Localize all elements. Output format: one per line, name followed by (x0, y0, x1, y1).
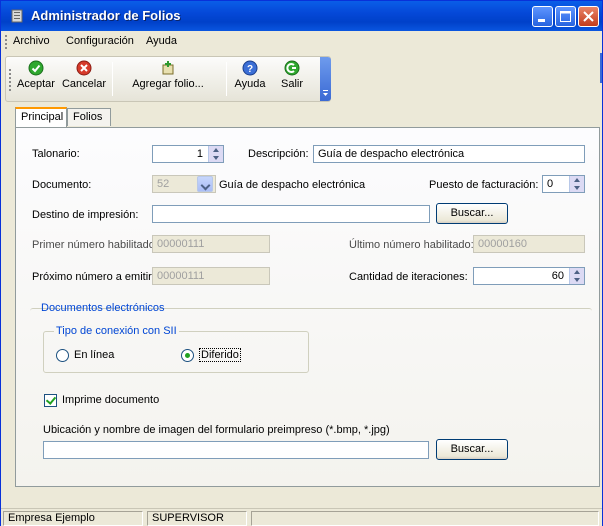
status-user: SUPERVISOR (147, 511, 247, 526)
destino-buscar-button[interactable]: Buscar... (436, 203, 508, 224)
menu-configuracion[interactable]: Configuración (66, 35, 134, 47)
print-checkbox[interactable] (44, 394, 57, 407)
help-icon: ? (242, 60, 258, 76)
talonario-label: Talonario: (32, 148, 80, 160)
online-radio[interactable] (56, 349, 69, 362)
menu-ayuda[interactable]: Ayuda (146, 35, 177, 47)
cancel-button[interactable]: Cancelar (61, 59, 107, 99)
electronic-group-title: Documentos electrónicos (41, 302, 165, 314)
add-folio-label: Agregar folio... (132, 78, 204, 90)
cantidad-label: Cantidad de iteraciones: (349, 271, 468, 283)
exit-icon (284, 60, 300, 76)
deferred-radio[interactable] (181, 349, 194, 362)
check-icon (28, 60, 44, 76)
talonario-spinner[interactable] (208, 146, 223, 162)
print-label[interactable]: Imprime documento (62, 394, 159, 406)
proximo-input: 00000111 (152, 267, 270, 285)
main-window: Administrador de Folios Archivo Configur… (0, 0, 603, 526)
ultimo-input: 00000160 (473, 235, 585, 253)
title-bar[interactable]: Administrador de Folios (1, 1, 602, 31)
documento-dropdown-button[interactable] (197, 176, 213, 192)
add-folio-button[interactable]: Agregar folio... (116, 59, 220, 99)
documento-label: Documento: (32, 179, 92, 191)
connection-group-title: Tipo de conexión con SII (54, 325, 179, 337)
descripcion-input[interactable]: Guía de despacho electrónica (313, 145, 585, 163)
tab-panel-principal: Talonario: 1 Descripción: Guía de despac… (15, 127, 600, 487)
image-path-input[interactable] (43, 441, 429, 459)
tab-folios[interactable]: Folios (67, 108, 111, 126)
destino-label: Destino de impresión: (32, 209, 139, 221)
primer-label: Primer número habilitado: (32, 239, 158, 251)
puesto-value: 0 (547, 178, 554, 190)
documento-description: Guía de despacho electrónica (219, 179, 366, 191)
exit-label: Salir (280, 78, 303, 90)
window-title: Administrador de Folios (31, 8, 181, 23)
cantidad-value: 60 (551, 270, 564, 282)
status-empty (251, 511, 599, 526)
app-icon (11, 9, 23, 23)
image-label: Ubicación y nombre de imagen del formula… (43, 424, 390, 436)
maximize-button[interactable] (555, 6, 576, 27)
status-company: Empresa Ejemplo (3, 511, 143, 526)
minimize-button[interactable] (532, 6, 553, 27)
svg-text:?: ? (247, 64, 253, 75)
side-panel-edge (590, 53, 602, 503)
toolbar-separator (226, 62, 227, 96)
primer-input: 00000111 (152, 235, 270, 253)
online-label[interactable]: En línea (74, 349, 114, 361)
ultimo-label: Último número habilitado: (349, 239, 474, 251)
proximo-label: Próximo número a emitir: (32, 271, 155, 283)
chevron-down-icon (323, 90, 328, 96)
destino-input[interactable] (152, 205, 430, 223)
cancel-label: Cancelar (61, 78, 107, 90)
side-panel-edge-graphic (600, 53, 602, 83)
tab-principal[interactable]: Principal (15, 107, 67, 127)
cantidad-spinner[interactable] (569, 268, 584, 284)
cancel-icon (76, 60, 92, 76)
minimize-icon (538, 19, 545, 22)
help-label: Ayuda (234, 78, 266, 90)
close-button[interactable] (578, 6, 599, 27)
toolbar: Aceptar Cancelar Agregar folio... ? Ayud… (5, 56, 331, 102)
maximize-icon (560, 11, 571, 22)
status-bar: Empresa Ejemplo SUPERVISOR (1, 508, 602, 526)
menu-grip[interactable] (5, 35, 8, 49)
accept-button[interactable]: Aceptar (14, 59, 58, 99)
image-buscar-button[interactable]: Buscar... (436, 439, 508, 460)
toolbar-grip[interactable] (9, 69, 12, 91)
toolbar-separator (112, 62, 113, 96)
accept-label: Aceptar (17, 78, 55, 90)
toolbar-overflow-button[interactable] (320, 57, 331, 101)
add-folio-icon (162, 61, 174, 75)
menu-bar: Archivo Configuración Ayuda (1, 31, 602, 53)
close-icon (583, 11, 594, 22)
deferred-label[interactable]: Diferido (199, 348, 241, 362)
menu-archivo[interactable]: Archivo (13, 35, 50, 47)
puesto-label: Puesto de facturación: (429, 179, 539, 191)
exit-button[interactable]: Salir (274, 59, 310, 99)
puesto-spinner[interactable] (569, 176, 584, 192)
talonario-value: 1 (196, 148, 203, 160)
help-button[interactable]: ? Ayuda (231, 59, 269, 99)
descripcion-label: Descripción: (248, 148, 309, 160)
